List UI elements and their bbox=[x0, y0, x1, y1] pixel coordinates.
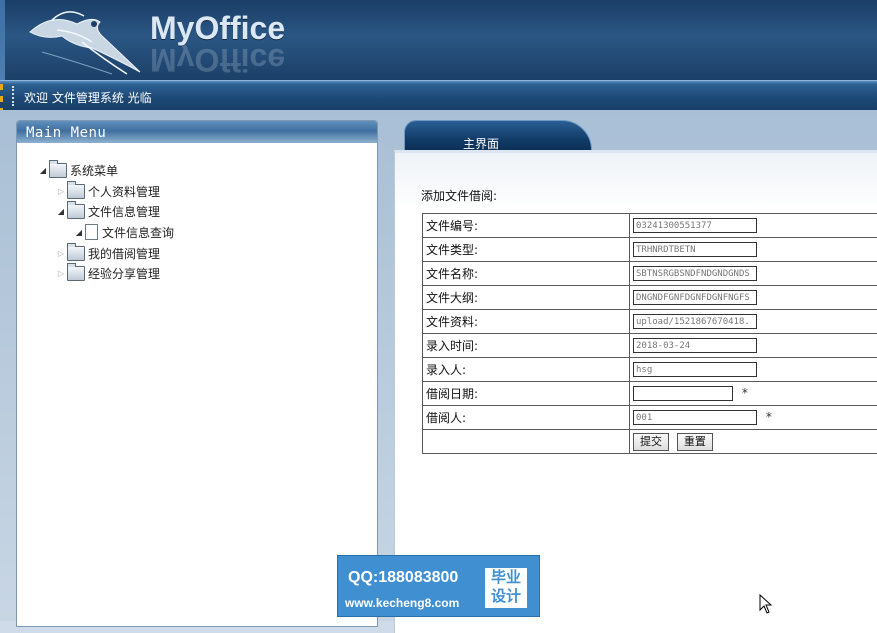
table-row: 借阅人: 001 * bbox=[423, 406, 877, 430]
entry-time-field[interactable]: 2018-03-24 bbox=[633, 338, 757, 353]
field-label: 借阅日期: bbox=[423, 382, 630, 406]
bird-logo-icon bbox=[22, 2, 152, 78]
tree-item-label: 我的借阅管理 bbox=[88, 245, 160, 262]
welcome-text: 欢迎 文件管理系统 光临 bbox=[24, 89, 152, 106]
table-row: 文件资料: upload/1521867670418. bbox=[423, 310, 877, 334]
form-heading: 添加文件借阅: bbox=[421, 187, 497, 204]
borrow-form-table: 文件编号: 03241300551377 文件类型: TRHNRDTBETN 文… bbox=[422, 213, 877, 454]
file-name-field[interactable]: SBTNSRGBSNDFNDGNDGNDS bbox=[633, 266, 757, 281]
app-header: MyOffice MyOffice bbox=[0, 0, 877, 80]
folder-icon bbox=[67, 266, 85, 281]
welcome-bar: 欢迎 文件管理系统 光临 bbox=[0, 80, 877, 111]
mouse-cursor-icon bbox=[759, 594, 773, 614]
tree-item-label: 文件信息管理 bbox=[88, 203, 160, 220]
tree-root-label: 系统菜单 bbox=[70, 162, 118, 179]
folder-icon bbox=[67, 184, 85, 199]
tab-strip: 主界面 bbox=[400, 120, 877, 152]
field-label: 文件大纲: bbox=[423, 286, 630, 310]
table-row: 文件类型: TRHNRDTBETN bbox=[423, 238, 877, 262]
table-row: 录入时间: 2018-03-24 bbox=[423, 334, 877, 358]
accent-mark bbox=[0, 84, 3, 90]
left-edge-strip bbox=[0, 0, 5, 80]
folder-icon bbox=[67, 204, 85, 219]
main-menu-header: Main Menu bbox=[17, 121, 377, 143]
table-row: 录入人: hsg bbox=[423, 358, 877, 382]
collapse-arrow-icon[interactable]: ▷ bbox=[55, 249, 67, 258]
watermark-qq: QQ:188083800 bbox=[348, 569, 458, 587]
tab-main[interactable]: 主界面 bbox=[404, 120, 592, 154]
tree-root-system-menu[interactable]: ◢ 系统菜单 bbox=[37, 161, 118, 179]
table-row: 文件大纲: DNGNDFGNFDGNFDGNFNGFS bbox=[423, 286, 877, 310]
watermark-badge-line: 设计 bbox=[485, 587, 527, 606]
tree-item-personal-info[interactable]: ▷ 个人资料管理 bbox=[55, 182, 160, 200]
welcome-separator bbox=[12, 86, 16, 106]
borrow-date-field[interactable] bbox=[633, 386, 733, 401]
borrower-field[interactable]: 001 bbox=[633, 410, 757, 425]
field-label: 录入人: bbox=[423, 358, 630, 382]
tree-item-experience-sharing[interactable]: ▷ 经验分享管理 bbox=[55, 264, 160, 282]
table-row: 借阅日期: * bbox=[423, 382, 877, 406]
folder-icon bbox=[49, 163, 67, 178]
watermark-site: www.kecheng8.com bbox=[345, 596, 459, 610]
collapse-arrow-icon[interactable]: ▷ bbox=[55, 187, 67, 196]
field-label: 文件资料: bbox=[423, 310, 630, 334]
expand-arrow-icon: ◢ bbox=[73, 228, 85, 237]
main-menu-panel: Main Menu ◢ 系统菜单 ▷ 个人资料管理 ◢ 文件信息管理 ◢ 文件信… bbox=[16, 120, 378, 627]
required-mark: * bbox=[766, 410, 772, 424]
tree-item-label: 个人资料管理 bbox=[88, 183, 160, 200]
watermark-banner: QQ:188083800 www.kecheng8.com 毕业 设计 bbox=[337, 555, 540, 617]
file-number-field[interactable]: 03241300551377 bbox=[633, 218, 757, 233]
watermark-badge: 毕业 设计 bbox=[485, 568, 527, 608]
main-menu-title: Main Menu bbox=[26, 125, 106, 141]
entered-by-field[interactable]: hsg bbox=[633, 362, 757, 377]
tree-item-my-borrowing[interactable]: ▷ 我的借阅管理 bbox=[55, 244, 160, 262]
table-row: 文件编号: 03241300551377 bbox=[423, 214, 877, 238]
field-label: 文件编号: bbox=[423, 214, 630, 238]
field-label: 文件类型: bbox=[423, 238, 630, 262]
document-icon bbox=[85, 224, 98, 240]
reset-button[interactable]: 重置 bbox=[677, 433, 713, 451]
field-label: 录入时间: bbox=[423, 334, 630, 358]
tree-item-label: 文件信息查询 bbox=[102, 224, 174, 241]
file-type-field[interactable]: TRHNRDTBETN bbox=[633, 242, 757, 257]
watermark-badge-line: 毕业 bbox=[485, 568, 527, 587]
folder-icon bbox=[67, 246, 85, 261]
tree-item-file-info[interactable]: ◢ 文件信息管理 bbox=[55, 202, 160, 220]
file-material-field[interactable]: upload/1521867670418. bbox=[633, 314, 757, 329]
tree-item-label: 经验分享管理 bbox=[88, 265, 160, 282]
collapse-arrow-icon[interactable]: ▷ bbox=[55, 269, 67, 278]
file-outline-field[interactable]: DNGNDFGNFDGNFDGNFNGFS bbox=[633, 290, 757, 305]
tree-item-file-query[interactable]: ◢ 文件信息查询 bbox=[73, 223, 174, 241]
expand-arrow-icon[interactable]: ◢ bbox=[37, 166, 49, 175]
table-row: 提交 重置 bbox=[423, 430, 877, 454]
field-label: 文件名称: bbox=[423, 262, 630, 286]
accent-mark bbox=[0, 96, 3, 102]
main-area: Main Menu ◢ 系统菜单 ▷ 个人资料管理 ◢ 文件信息管理 ◢ 文件信… bbox=[0, 110, 877, 621]
table-row: 文件名称: SBTNSRGBSNDFNDGNDGNDS bbox=[423, 262, 877, 286]
field-label: 借阅人: bbox=[423, 406, 630, 430]
submit-button[interactable]: 提交 bbox=[633, 433, 669, 451]
required-mark: * bbox=[742, 386, 748, 400]
expand-arrow-icon[interactable]: ◢ bbox=[55, 207, 67, 216]
